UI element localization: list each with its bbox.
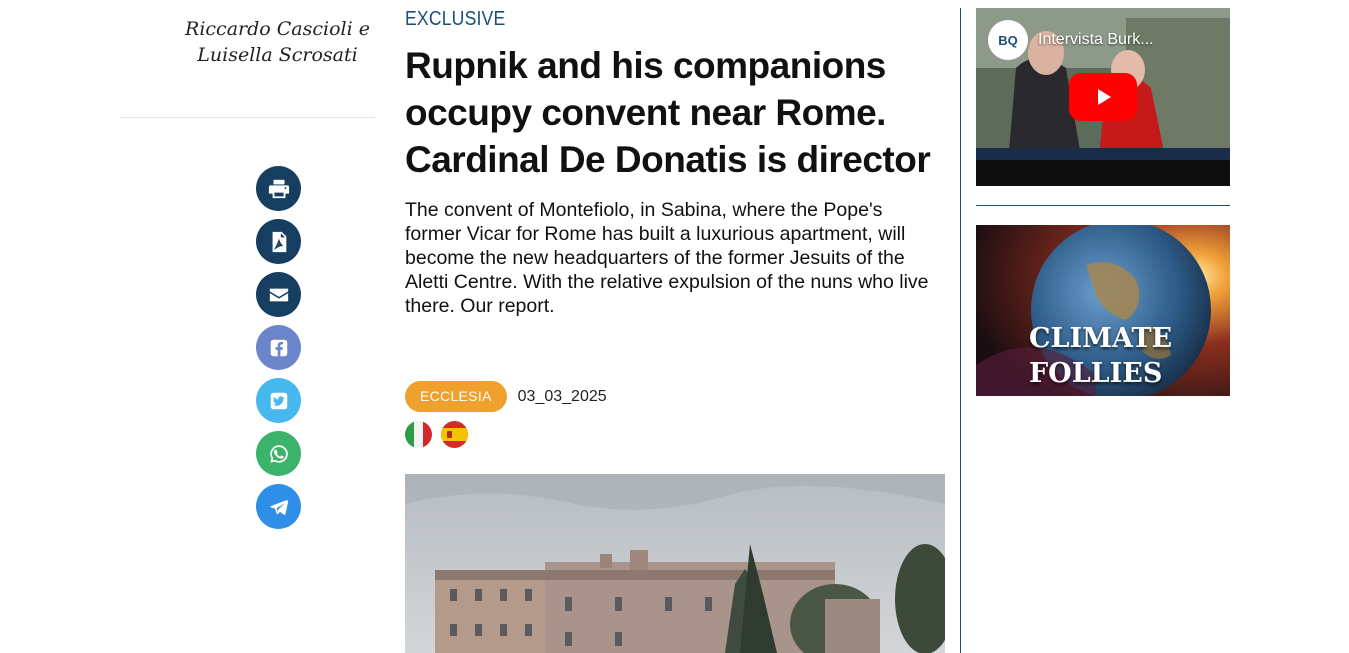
article-summary: The convent of Montefiolo, in Sabina, wh… bbox=[405, 199, 929, 317]
whatsapp-icon bbox=[269, 444, 288, 463]
author-byline[interactable]: Riccardo Cascioli e Luisella Scrosati bbox=[185, 16, 370, 68]
author-line-1: Riccardo Cascioli e bbox=[185, 18, 370, 40]
play-button[interactable] bbox=[1069, 73, 1137, 121]
video-title[interactable]: Intervista Burk... bbox=[1038, 31, 1154, 49]
facebook-icon bbox=[270, 339, 287, 356]
email-icon bbox=[269, 288, 288, 301]
play-icon bbox=[1098, 89, 1111, 105]
sidebar-divider bbox=[976, 205, 1230, 206]
channel-logo[interactable]: BQ bbox=[988, 20, 1028, 60]
channel-logo-text: BQ bbox=[998, 32, 1018, 48]
column-divider bbox=[960, 8, 961, 653]
telegram-icon bbox=[269, 499, 288, 515]
whatsapp-share-button[interactable] bbox=[256, 431, 301, 476]
article-headline: Rupnik and his companions occupy convent… bbox=[405, 45, 931, 180]
article-meta: ECCLESIA 03_03_2025 bbox=[405, 381, 607, 412]
left-divider bbox=[120, 117, 375, 118]
twitter-share-button[interactable] bbox=[256, 378, 301, 423]
email-button[interactable] bbox=[256, 272, 301, 317]
twitter-icon bbox=[270, 392, 287, 409]
climate-line-2: FOLLIES bbox=[1029, 358, 1163, 389]
article-date: 03_03_2025 bbox=[517, 387, 607, 405]
spanish-flag-icon[interactable] bbox=[441, 421, 468, 448]
video-embed[interactable]: BQ Intervista Burk... bbox=[976, 8, 1230, 186]
climate-follies-banner[interactable]: CLIMATE FOLLIES bbox=[976, 225, 1230, 396]
author-line-2: Luisella Scrosati bbox=[197, 44, 358, 66]
pdf-button[interactable] bbox=[256, 219, 301, 264]
climate-banner-text: CLIMATE FOLLIES bbox=[1029, 321, 1172, 391]
telegram-share-button[interactable] bbox=[256, 484, 301, 529]
print-icon bbox=[268, 179, 289, 198]
facebook-share-button[interactable] bbox=[256, 325, 301, 370]
share-toolbar bbox=[256, 166, 301, 537]
italian-flag-icon[interactable] bbox=[405, 421, 432, 448]
article-kicker: EXCLUSIVE bbox=[405, 8, 506, 30]
language-switcher bbox=[405, 421, 477, 448]
category-badge[interactable]: ECCLESIA bbox=[405, 381, 507, 412]
print-button[interactable] bbox=[256, 166, 301, 211]
pdf-icon bbox=[272, 231, 286, 252]
climate-line-1: CLIMATE bbox=[1029, 323, 1173, 354]
article-hero-image bbox=[405, 474, 945, 653]
